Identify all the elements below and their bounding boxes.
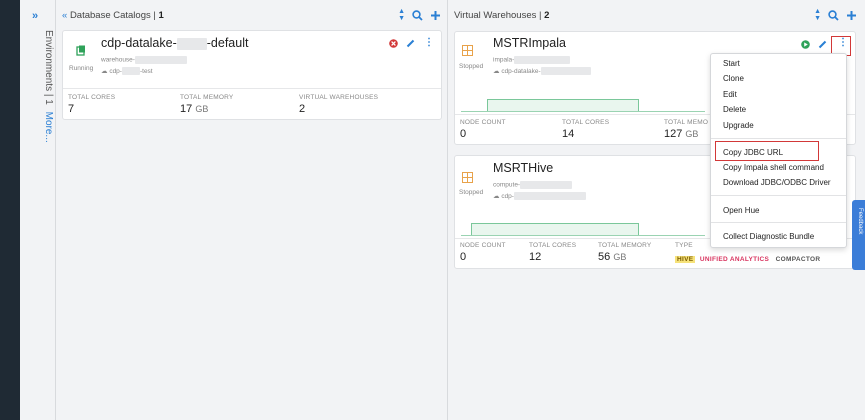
environments-column: » Environments | 1 More... — [20, 0, 56, 420]
database-catalogs-panel: « Database Catalogs | 1 ▲ ▼ Running cdp-d… — [56, 0, 448, 420]
tag-compactor: COMPACTOR — [775, 256, 821, 263]
collapse-icon[interactable]: « — [62, 10, 67, 21]
stat-value: 0 — [460, 251, 467, 263]
menu-item-delete[interactable]: Delete — [723, 105, 746, 114]
search-icon[interactable] — [828, 9, 839, 21]
type-tags: HIVE UNIFIED ANALYTICS COMPACTOR — [675, 253, 820, 263]
redacted-mask — [176, 37, 207, 50]
more-link[interactable]: More... — [43, 112, 54, 143]
edit-icon[interactable] — [406, 39, 415, 48]
add-icon[interactable] — [430, 10, 441, 21]
menu-item-upgrade[interactable]: Upgrade — [723, 121, 754, 130]
warehouse-sub-2: ☁ cdp-datalake- — [493, 67, 591, 76]
environments-count: Environments | 1 — [43, 30, 54, 105]
cloud-icon: ☁ — [493, 193, 500, 200]
warehouse-sub-1: compute- — [493, 181, 573, 189]
status-text: Running — [69, 65, 94, 72]
tag-unified-analytics: UNIFIED ANALYTICS — [699, 256, 770, 263]
stat-label: TOTAL MEMORY — [598, 242, 652, 249]
feedback-tab[interactable]: Feedback — [852, 200, 865, 270]
menu-item-clone[interactable]: Clone — [723, 74, 744, 83]
stat-label: VIRTUAL WAREHOUSES — [299, 94, 379, 101]
app-sidebar — [0, 0, 20, 420]
menu-item-download-driver[interactable]: Download JDBC/ODBC Driver — [723, 178, 831, 187]
edit-icon[interactable] — [818, 40, 827, 49]
warehouse-sub-2: ☁ cdp- — [493, 192, 586, 201]
cloud-icon: ☁ — [101, 68, 108, 75]
warehouses-header: Virtual Warehouses | 2 ▲ ▼ — [454, 8, 857, 24]
copy-jdbc-highlight — [715, 141, 819, 161]
catalogs-title: Database Catalogs | — [69, 10, 159, 21]
expand-icon[interactable]: » — [32, 10, 38, 22]
cloud-icon: ☁ — [493, 68, 500, 75]
stat-value: 17 GB — [180, 103, 209, 115]
catalogs-count: 1 — [158, 10, 164, 21]
stat-value: 56 GB — [598, 251, 627, 263]
warehouse-name: MSTRImpala — [493, 36, 566, 50]
usage-chart — [461, 98, 705, 112]
menu-item-edit[interactable]: Edit — [723, 90, 737, 99]
catalog-icon — [76, 45, 85, 56]
stat-value: 12 — [529, 251, 542, 263]
usage-chart — [461, 222, 705, 236]
warehouses-title: Virtual Warehouses | — [454, 10, 545, 21]
catalog-sub-2: ☁ cdp- -test — [101, 67, 153, 76]
menu-item-copy-impala-shell[interactable]: Copy Impala shell command — [723, 163, 824, 172]
stat-label: TOTAL CORES — [562, 119, 610, 126]
menu-item-open-hue[interactable]: Open Hue — [723, 206, 759, 215]
more-options-icon[interactable]: ⋮ — [424, 37, 434, 48]
catalog-card[interactable]: Running cdp-datalake- -default warehouse-… — [62, 30, 442, 120]
warehouses-count: 2 — [544, 10, 550, 21]
warehouse-name: MSRTHive — [493, 161, 554, 175]
stat-value: 2 — [299, 103, 306, 115]
stat-value: 7 — [68, 103, 75, 115]
stat-label: NODE COUNT — [460, 242, 506, 249]
status-text: Stopped — [459, 63, 484, 70]
stat-value: 127 GB — [664, 128, 699, 140]
stat-label: TOTAL CORES — [529, 242, 577, 249]
warehouse-icon — [462, 45, 473, 56]
stat-value: 0 — [460, 128, 467, 140]
environments-label[interactable]: Environments | 1 More... — [43, 30, 54, 143]
stat-label: TOTAL MEMORY — [180, 94, 234, 101]
stat-label: TYPE — [675, 242, 693, 249]
stop-icon[interactable] — [389, 39, 398, 48]
sort-icon[interactable]: ▲ ▼ — [398, 8, 405, 22]
stat-label: TOTAL CORES — [68, 94, 116, 101]
stat-label: TOTAL MEMO — [664, 119, 709, 126]
warehouse-sub-1: impala- — [493, 56, 571, 64]
catalogs-header: « Database Catalogs | 1 ▲ ▼ — [62, 8, 441, 24]
start-icon[interactable] — [801, 40, 810, 49]
status-text: Stopped — [459, 189, 484, 196]
add-icon[interactable] — [846, 10, 857, 21]
menu-item-start[interactable]: Start — [723, 59, 740, 68]
stat-value: 14 — [562, 128, 575, 140]
tag-hive: HIVE — [675, 256, 696, 263]
menu-item-collect-bundle[interactable]: Collect Diagnostic Bundle — [723, 232, 814, 241]
catalog-name: cdp-datalake- -default — [101, 36, 249, 50]
catalog-sub-1: warehouse- — [101, 56, 187, 64]
sort-icon[interactable]: ▲ ▼ — [814, 8, 821, 22]
search-icon[interactable] — [412, 9, 423, 21]
warehouse-icon — [462, 172, 473, 183]
stat-label: NODE COUNT — [460, 119, 506, 126]
